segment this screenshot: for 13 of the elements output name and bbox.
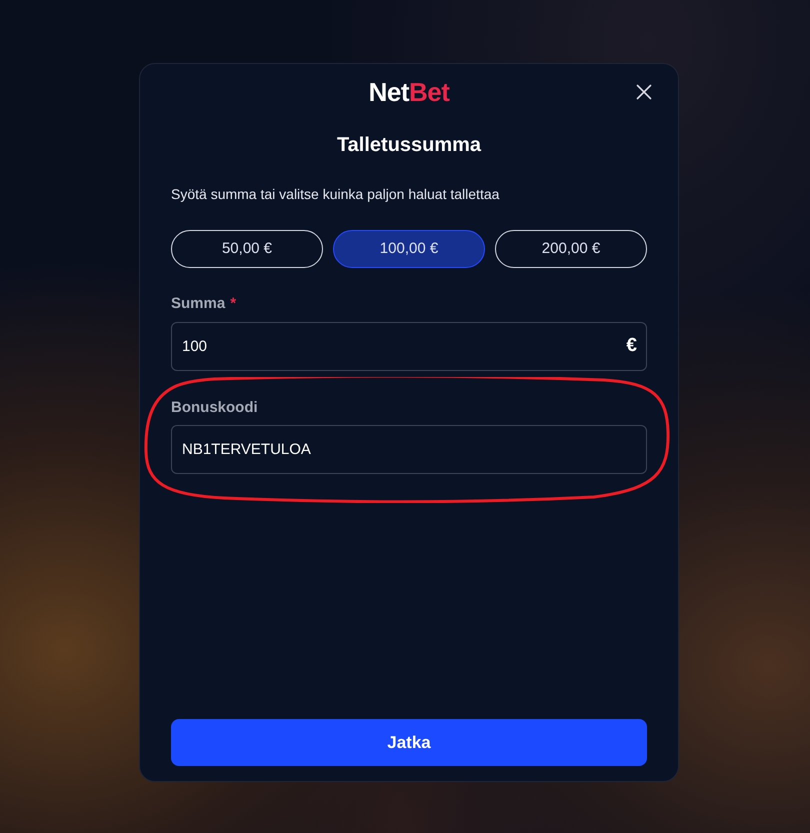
amount-option[interactable]: 200,00 € [495,230,647,268]
logo-text: NetBet [368,78,450,106]
close-icon[interactable] [636,84,652,100]
required-mark: * [230,294,236,314]
instruction-text: Syötä summa tai valitse kuinka paljon haluat tallettaa [171,185,500,204]
field-label: Summa [171,294,226,314]
field-label: Bonuskoodi [171,398,258,418]
currency-symbol: € [626,336,637,356]
bonus-code-field[interactable]: NB1TERVETULOA [171,425,647,474]
amount-option[interactable]: 50,00 € [171,230,323,268]
continue-button[interactable]: Jatka [171,719,647,766]
amount-option[interactable]: 100,00 € [333,230,485,268]
dialog-title: Talletussumma [336,133,482,158]
